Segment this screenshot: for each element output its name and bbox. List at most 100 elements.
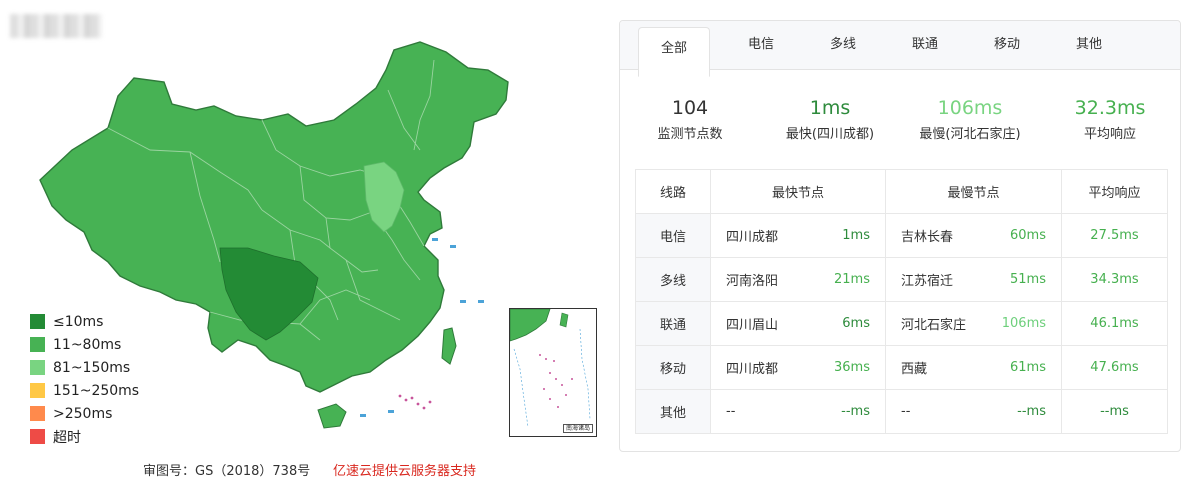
- stat-label: 最快(四川成都): [785, 127, 875, 142]
- map-region-hainan[interactable]: [317, 403, 347, 429]
- stat-label: 最慢(河北石家庄): [919, 127, 1021, 142]
- slowest-node-ms: 51ms: [1010, 272, 1046, 287]
- fastest-node-ms: 21ms: [834, 272, 870, 287]
- cell-slowest: 江苏宿迁 51ms: [885, 257, 1062, 302]
- tab-multiline[interactable]: 多线: [802, 21, 884, 69]
- stat-node-count: 104 监测节点数: [620, 96, 760, 168]
- island-dots: [398, 394, 432, 410]
- col-slowest-node: 最慢节点: [885, 169, 1062, 214]
- stat-fastest: 1ms 最快(四川成都): [760, 96, 900, 168]
- fastest-node-name: 四川眉山: [726, 318, 779, 333]
- legend-label: 11~80ms: [53, 336, 122, 353]
- legend-swatch: [30, 337, 45, 352]
- table-row: 移动 四川成都 36ms 西藏 61ms 47.6ms: [635, 345, 1168, 390]
- cell-fastest: 四川成都 1ms: [710, 213, 886, 258]
- cell-fastest: 河南洛阳 21ms: [710, 257, 886, 302]
- tab-mobile[interactable]: 移动: [966, 21, 1048, 69]
- cell-slowest: -- --ms: [885, 389, 1062, 434]
- fastest-node-ms: 36ms: [834, 360, 870, 375]
- slowest-node-name: 西藏: [901, 362, 928, 377]
- legend-swatch: [30, 429, 45, 444]
- legend-label: 超时: [53, 429, 81, 446]
- col-average: 平均响应: [1061, 169, 1168, 214]
- fastest-node-name: 河南洛阳: [726, 274, 779, 289]
- tab-other[interactable]: 其他: [1048, 21, 1130, 69]
- legend-item: >250ms: [30, 402, 139, 425]
- cell-average: 47.6ms: [1061, 345, 1168, 390]
- stat-average: 32.3ms 平均响应: [1040, 96, 1180, 168]
- slowest-node-name: 河北石家庄: [901, 318, 967, 333]
- south-china-sea-inset: 南海诸岛: [509, 308, 597, 437]
- legend-swatch: [30, 360, 45, 375]
- tab-all[interactable]: 全部: [638, 27, 710, 77]
- table-header-row: 线路 最快节点 最慢节点 平均响应: [635, 169, 1168, 214]
- line-tabs: 全部 电信 多线 联通 移动 其他: [620, 21, 1180, 77]
- cell-slowest: 吉林长春 60ms: [885, 213, 1062, 258]
- cell-average: 27.5ms: [1061, 213, 1168, 258]
- col-line: 线路: [635, 169, 711, 214]
- fastest-node-ms: --ms: [841, 404, 870, 419]
- blurred-site-title: [10, 14, 102, 38]
- page: ≤10ms 11~80ms 81~150ms 151~250ms >250ms …: [0, 0, 1200, 502]
- legend-label: 81~150ms: [53, 359, 131, 376]
- line-results-table: 线路 最快节点 最慢节点 平均响应 电信 四川成都 1ms 吉林长春 60ms: [635, 169, 1168, 434]
- slowest-node-name: 江苏宿迁: [901, 274, 954, 289]
- stat-value: 106ms: [937, 97, 1003, 119]
- legend-label: 151~250ms: [53, 382, 140, 399]
- cell-average: 34.3ms: [1061, 257, 1168, 302]
- slowest-node-name: 吉林长春: [901, 230, 954, 245]
- stat-label: 平均响应: [1083, 127, 1136, 142]
- table-row: 电信 四川成都 1ms 吉林长春 60ms 27.5ms: [635, 213, 1168, 258]
- fastest-node-ms: 6ms: [842, 316, 870, 331]
- table-row: 联通 四川眉山 6ms 河北石家庄 106ms 46.1ms: [635, 301, 1168, 346]
- stat-value: 104: [671, 97, 709, 119]
- cell-slowest: 河北石家庄 106ms: [885, 301, 1062, 346]
- cell-fastest: 四川眉山 6ms: [710, 301, 886, 346]
- cell-average: 46.1ms: [1061, 301, 1168, 346]
- inset-map: [510, 309, 591, 428]
- cell-fastest: -- --ms: [710, 389, 886, 434]
- latency-legend: ≤10ms 11~80ms 81~150ms 151~250ms >250ms …: [30, 310, 139, 448]
- legend-swatch: [30, 314, 45, 329]
- summary-stats: 104 监测节点数 1ms 最快(四川成都) 106ms 最慢(河北石家庄) 3…: [620, 70, 1180, 168]
- cell-average: --ms: [1061, 389, 1168, 434]
- legend-item: 超时: [30, 425, 139, 448]
- slowest-node-ms: --ms: [1017, 404, 1046, 419]
- inset-label: 南海诸岛: [562, 424, 593, 433]
- map-region-taiwan[interactable]: [441, 327, 457, 365]
- stat-label: 监测节点数: [657, 127, 723, 142]
- tab-unicom[interactable]: 联通: [884, 21, 966, 69]
- fastest-node-name: 四川成都: [726, 362, 779, 377]
- stat-value: 32.3ms: [1074, 97, 1146, 119]
- legend-swatch: [30, 383, 45, 398]
- table-row: 其他 -- --ms -- --ms --ms: [635, 389, 1168, 434]
- cell-line: 移动: [635, 345, 711, 390]
- slowest-node-name: --: [901, 404, 911, 419]
- slowest-node-ms: 60ms: [1010, 228, 1046, 243]
- fastest-node-ms: 1ms: [842, 228, 870, 243]
- cell-line: 其他: [635, 389, 711, 434]
- cell-fastest: 四川成都 36ms: [710, 345, 886, 390]
- cell-line: 联通: [635, 301, 711, 346]
- col-fastest-node: 最快节点: [710, 169, 886, 214]
- legend-label: ≤10ms: [53, 313, 104, 330]
- map-panel: ≤10ms 11~80ms 81~150ms 151~250ms >250ms …: [0, 0, 600, 502]
- map-approval-number: 审图号：GS（2018）738号: [143, 464, 311, 479]
- stat-value: 1ms: [809, 97, 851, 119]
- legend-label: >250ms: [53, 405, 113, 422]
- legend-item: 81~150ms: [30, 356, 139, 379]
- fastest-node-name: 四川成都: [726, 230, 779, 245]
- legend-item: ≤10ms: [30, 310, 139, 333]
- cell-line: 多线: [635, 257, 711, 302]
- slowest-node-ms: 106ms: [1001, 316, 1046, 331]
- fastest-node-name: --: [726, 404, 736, 419]
- cell-line: 电信: [635, 213, 711, 258]
- tab-telecom[interactable]: 电信: [720, 21, 802, 69]
- table-row: 多线 河南洛阳 21ms 江苏宿迁 51ms 34.3ms: [635, 257, 1168, 302]
- stat-slowest: 106ms 最慢(河北石家庄): [900, 96, 1040, 168]
- legend-swatch: [30, 406, 45, 421]
- results-panel: 全部 电信 多线 联通 移动 其他 104 监测节点数 1ms 最快(四川成都)…: [619, 20, 1181, 452]
- legend-item: 151~250ms: [30, 379, 139, 402]
- legend-item: 11~80ms: [30, 333, 139, 356]
- support-link[interactable]: 亿速云提供云服务器支持: [333, 460, 476, 479]
